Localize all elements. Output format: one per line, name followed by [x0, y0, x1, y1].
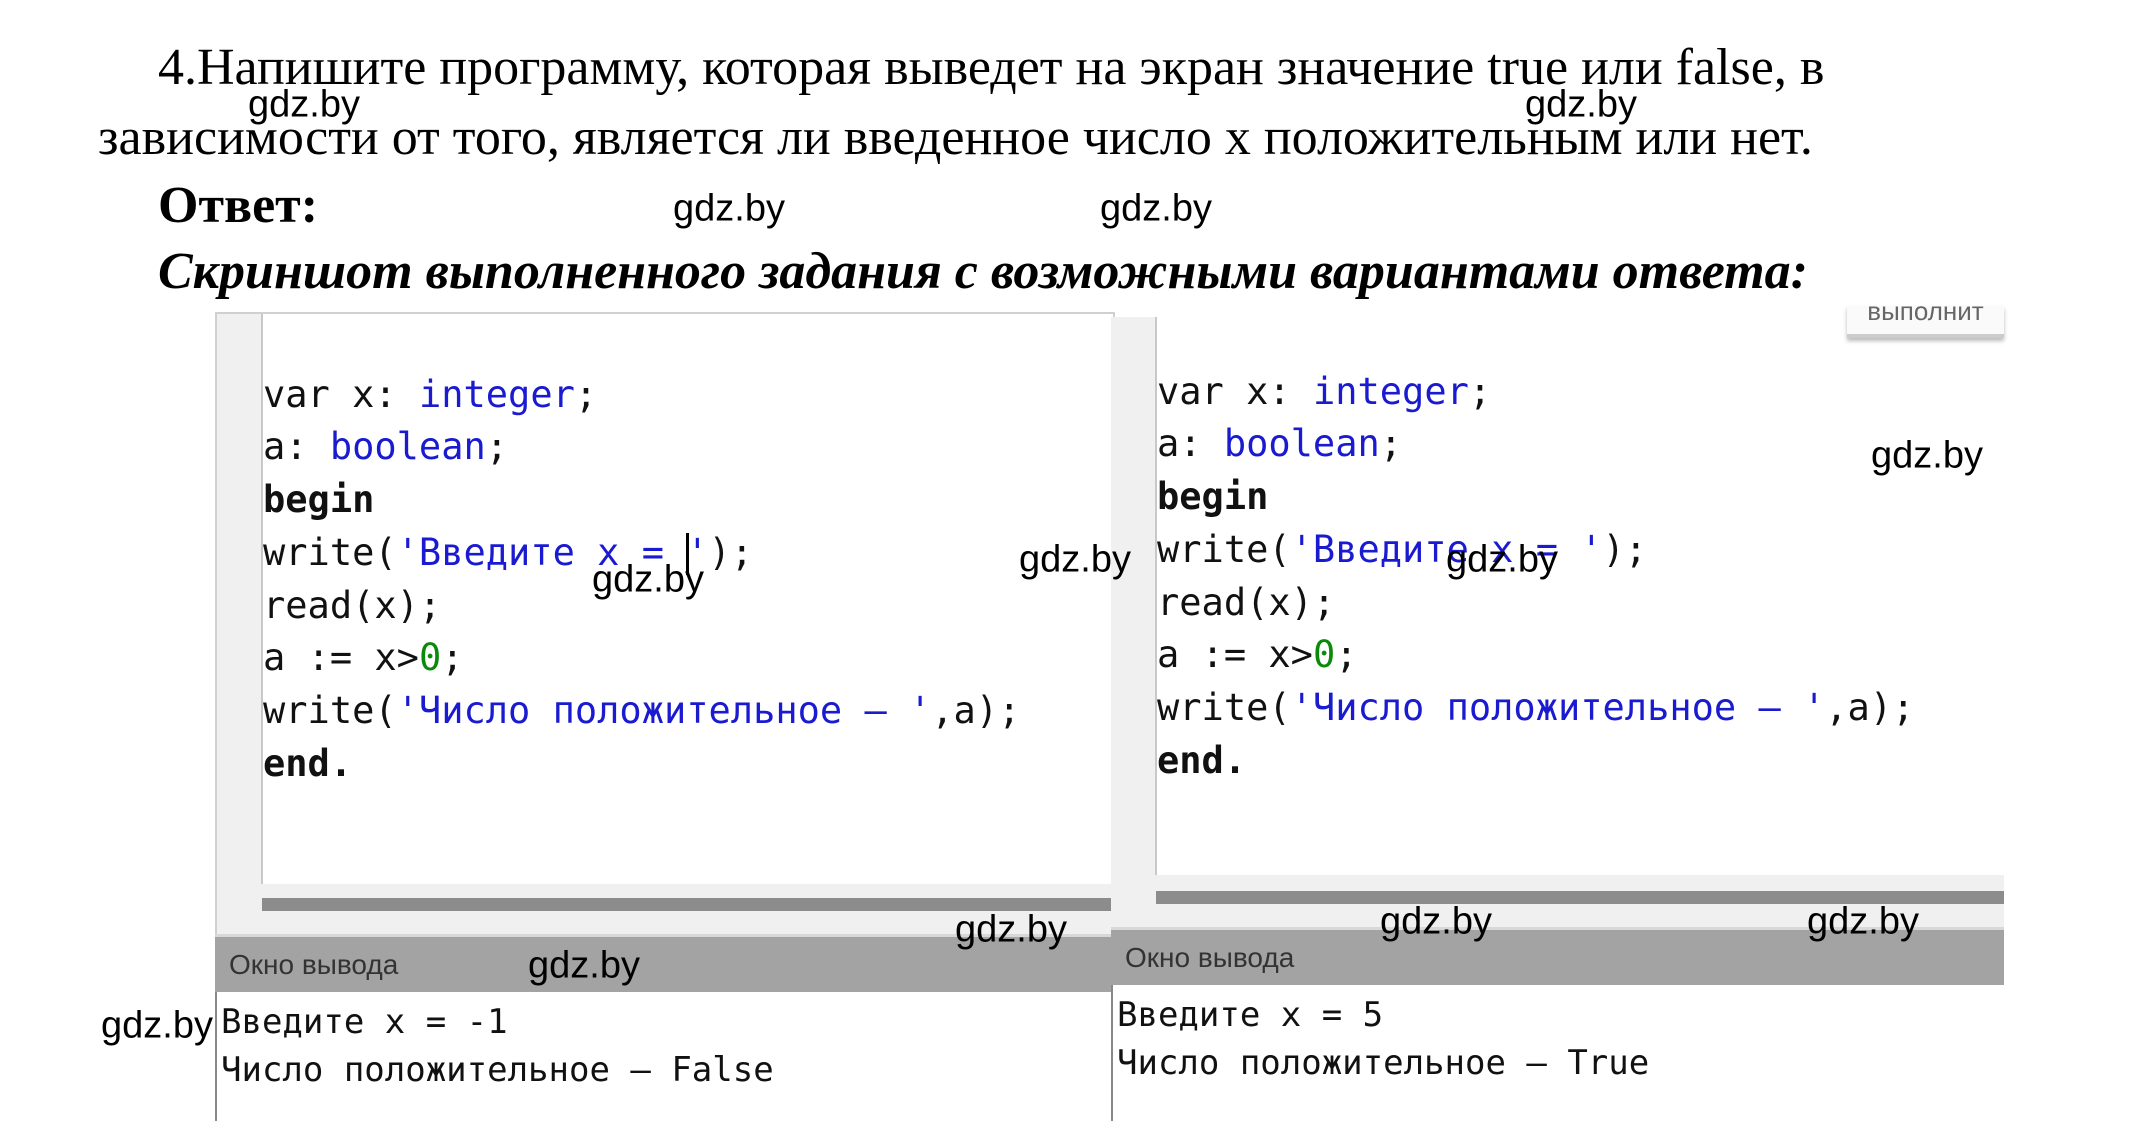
code-line: a := x>0;	[263, 636, 464, 680]
code-line: a: boolean;	[263, 425, 509, 469]
watermark: gdz.by	[528, 944, 640, 987]
watermark: gdz.by	[592, 558, 704, 601]
code-line: var x: integer;	[263, 372, 598, 416]
answer-label: Ответ:	[158, 177, 319, 234]
code-line: read(x);	[1157, 580, 1336, 624]
watermark: gdz.by	[1446, 538, 1558, 581]
watermark: gdz.by	[1807, 900, 1919, 943]
watermark: gdz.by	[1525, 83, 1637, 126]
watermark: gdz.by	[955, 908, 1067, 951]
output-line: Число положительное – True	[1117, 1043, 1650, 1083]
caption: Скриншот выполненного задания с возможны…	[158, 243, 1808, 300]
code-editor-left[interactable]: var x: integer; a: boolean; begin write('Вв…	[263, 316, 1020, 896]
watermark: gdz.by	[1380, 900, 1492, 943]
watermark: gdz.by	[673, 187, 785, 230]
output-line: Число положительное – False	[221, 1050, 774, 1090]
output-line: Введите x = -1	[221, 1002, 508, 1042]
watermark: gdz.by	[1871, 434, 1983, 477]
watermark: gdz.by	[248, 83, 360, 126]
code-line: end.	[1157, 738, 1247, 782]
left-editor: var x: integer; a: boolean; begin write('Вв…	[215, 312, 1115, 939]
code-line: begin	[1157, 475, 1269, 519]
code-line: write('Число положительное – ',a);	[263, 688, 1021, 732]
code-line: var x: integer;	[1157, 369, 1492, 413]
code-editor-right[interactable]: var x: integer; a: boolean; begin write('Вв…	[1157, 313, 1914, 893]
code-line: begin	[263, 478, 375, 522]
output-window-left: Введите x = -1 Число положительное – Fals…	[215, 992, 1113, 1121]
code-line: end.	[263, 741, 353, 785]
line-gutter	[217, 314, 263, 884]
right-editor: var x: integer; a: boolean; begin write('Вв…	[1111, 317, 2004, 875]
code-line: a: boolean;	[1157, 422, 1403, 466]
line-gutter	[1111, 317, 1157, 875]
watermark: gdz.by	[1019, 538, 1131, 581]
output-window-right: Введите x = 5 Число положительное – True	[1111, 985, 2006, 1121]
watermark: gdz.by	[1100, 187, 1212, 230]
watermark: gdz.by	[101, 1004, 213, 1047]
code-line: write('Число положительное – ',a);	[1157, 685, 1915, 729]
run-button[interactable]: выполнит	[1847, 306, 2004, 338]
code-line: a := x>0;	[1157, 633, 1358, 677]
output-line: Введите x = 5	[1117, 995, 1384, 1035]
